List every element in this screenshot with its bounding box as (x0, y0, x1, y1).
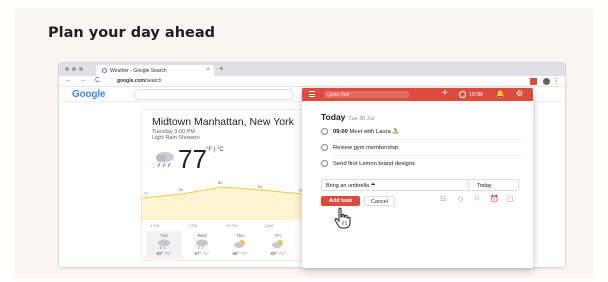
task-checkbox[interactable] (321, 160, 328, 167)
day-low: 73° (240, 251, 248, 256)
todoist-popup: Quick find + 10788 🔔 ⚙ Today Tue 30 Jul 0… (302, 88, 533, 268)
task-text: 09:00 Meet with Laura 🚴 (333, 129, 400, 135)
day-temps: 92° 75° (146, 251, 182, 256)
hour-label: 10 PM (226, 223, 238, 228)
current-temperature: 77 (178, 144, 207, 174)
chart-label: 78 (178, 187, 183, 192)
task-label: Review gym membership (333, 144, 399, 151)
rain-cloud-icon (158, 239, 170, 250)
tab-title: Weather - Google Search (110, 68, 167, 74)
todoist-header: Quick find + 10788 🔔 ⚙ (302, 88, 533, 101)
day-high: 87° (194, 251, 202, 256)
add-task-button[interactable]: Add task (321, 196, 360, 206)
profile-avatar[interactable] (543, 78, 550, 85)
hour-label: 1 AM (264, 223, 274, 228)
task-time: 09:00 (333, 128, 348, 135)
chart-label: 81 (258, 184, 263, 189)
day-temps: 89° 73° (222, 251, 258, 256)
tab-close-icon[interactable]: × (206, 67, 210, 73)
url-path: /search (145, 78, 162, 84)
google-favicon-icon (102, 68, 107, 73)
reminder-icon[interactable]: ⏰ (490, 195, 499, 203)
day-name: Fri (275, 233, 281, 238)
today-date: Tue 30 Jul (348, 116, 374, 122)
partly-sunny-icon (234, 240, 245, 248)
hour-label: 7 PM (188, 223, 198, 228)
day-name: Thu (236, 233, 244, 238)
forward-arrow-icon[interactable]: → (79, 77, 86, 84)
priority-flag-icon[interactable]: ⚐ (474, 195, 480, 203)
weather-condition: Light Rain Showers (152, 135, 200, 141)
new-tab-button[interactable]: + (219, 64, 224, 73)
day-low: 72° (278, 251, 286, 256)
project-icon[interactable]: ☷ (440, 195, 446, 203)
window-minimize-dot[interactable] (72, 67, 76, 71)
due-date-input[interactable]: Today (468, 179, 519, 191)
task-item[interactable]: Review gym membership (321, 144, 521, 154)
forecast-day[interactable]: Tue 92° 75° (146, 231, 182, 259)
gear-icon[interactable]: ⚙ (516, 89, 523, 98)
bell-icon[interactable]: 🔔 (496, 90, 505, 98)
rain-cloud-icon (196, 239, 208, 250)
comment-icon[interactable]: ▢ (507, 195, 514, 203)
task-label: Send first Lemon brand designs (333, 160, 415, 167)
partly-sunny-icon (272, 240, 283, 248)
quick-find-input[interactable]: Quick find (324, 91, 409, 98)
page-headline: Plan your day ahead (48, 25, 216, 41)
menu-icon[interactable] (309, 91, 315, 97)
day-temps: 83° 72° (260, 251, 296, 256)
karma-icon[interactable] (459, 91, 466, 98)
browser-tab[interactable]: Weather - Google Search × (96, 65, 214, 76)
task-item[interactable]: Send first Lemon brand designs (321, 160, 521, 170)
window-close-dot[interactable] (65, 67, 69, 71)
rain-cloud-icon (156, 152, 174, 168)
window-maximize-dot[interactable] (79, 67, 83, 71)
day-name: Wed (197, 233, 207, 238)
label-icon[interactable]: ◇ (458, 195, 463, 203)
karma-count: 10788 (469, 92, 483, 98)
browser-toolbar: ← → C google.com/search ⋮ (59, 76, 565, 87)
google-search-input[interactable] (134, 89, 294, 100)
divider (332, 139, 522, 140)
chart-label: 80 (218, 180, 223, 185)
back-arrow-icon[interactable]: ← (65, 77, 72, 84)
forecast-day[interactable]: Fri 83° 72° (260, 231, 296, 259)
day-low: 75° (164, 251, 172, 256)
hour-label: 4 PM (150, 223, 160, 228)
todoist-extension-icon[interactable] (530, 78, 537, 85)
forecast-day[interactable]: Wed 87° 72° (184, 231, 220, 259)
day-name: Tue (160, 233, 168, 238)
cancel-button[interactable]: Cancel (364, 196, 395, 206)
task-label: Meet with Laura 🚴 (349, 128, 400, 135)
day-low: 72° (202, 251, 210, 256)
task-name-input[interactable]: Bring an umbrella ☂ (321, 179, 469, 191)
add-icon[interactable]: + (442, 88, 448, 99)
reload-icon[interactable]: C (95, 77, 100, 84)
day-high: 83° (270, 251, 278, 256)
chart-label: 77 (144, 191, 149, 196)
hand-cursor-icon (334, 207, 351, 229)
forecast-day[interactable]: Thu 89° 73° (222, 231, 258, 259)
task-item[interactable]: 09:00 Meet with Laura 🚴 (321, 128, 521, 138)
weather-city: Midtown Manhattan, New York (152, 116, 294, 128)
day-temps: 87° 72° (184, 251, 220, 256)
browser-menu-icon[interactable]: ⋮ (553, 77, 560, 85)
browser-tab-strip: Weather - Google Search × + (59, 63, 565, 76)
url-domain: google.com (117, 78, 146, 84)
today-title: Today Tue 30 Jul (321, 112, 374, 122)
temperature-unit-toggle[interactable]: °F | °C (206, 147, 224, 153)
divider (332, 155, 522, 156)
task-checkbox[interactable] (321, 144, 328, 151)
task-checkbox[interactable] (321, 128, 328, 135)
day-high: 92° (156, 251, 164, 256)
address-bar[interactable]: google.com/search (117, 78, 161, 84)
google-logo[interactable]: Google (72, 89, 105, 100)
today-label: Today (321, 112, 346, 122)
day-high: 89° (232, 251, 240, 256)
